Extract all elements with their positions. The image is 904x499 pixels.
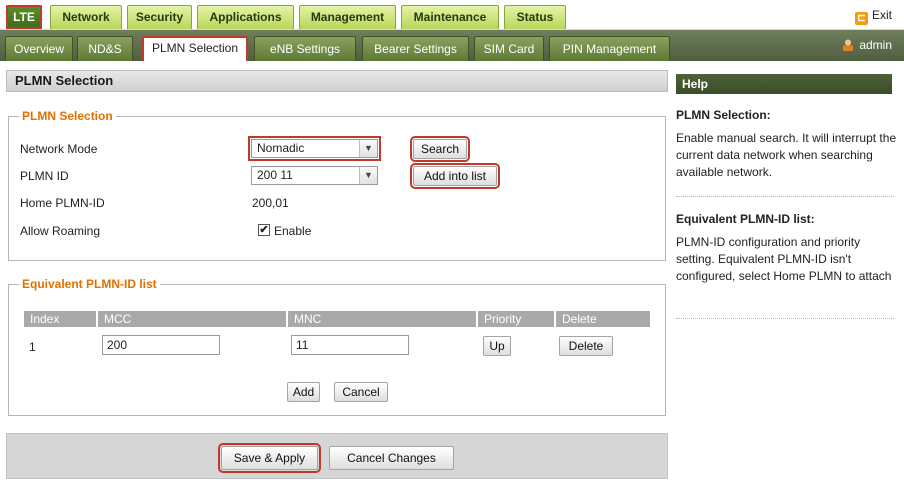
tab-bearer-settings[interactable]: Bearer Settings bbox=[362, 36, 469, 61]
user-icon bbox=[843, 39, 854, 51]
equivalent-plmn-legend: Equivalent PLMN-ID list bbox=[19, 277, 160, 291]
table-header-index: Index bbox=[24, 311, 96, 327]
tab-pin-management[interactable]: PIN Management bbox=[549, 36, 670, 61]
help-divider bbox=[676, 196, 894, 197]
add-button[interactable]: Add bbox=[287, 382, 320, 402]
sub-navigation: Overview ND&S PLMN Selection eNB Setting… bbox=[0, 30, 904, 61]
table-header-priority: Priority bbox=[478, 311, 554, 327]
exit-icon: ⊏ bbox=[854, 12, 868, 25]
search-button[interactable]: Search bbox=[410, 136, 470, 162]
tab-plmn-selection[interactable]: PLMN Selection bbox=[142, 36, 248, 61]
top-navigation: LTE Network Security Applications Manage… bbox=[0, 0, 904, 30]
tab-sim-card[interactable]: SIM Card bbox=[474, 36, 544, 61]
priority-up-button[interactable]: Up bbox=[483, 336, 511, 356]
tab-status[interactable]: Status bbox=[504, 5, 566, 29]
plmn-id-label: PLMN ID bbox=[20, 169, 69, 183]
add-into-list-button[interactable]: Add into list bbox=[410, 163, 500, 189]
user-info: admin bbox=[843, 38, 892, 52]
exit-label: Exit bbox=[871, 8, 892, 22]
tab-management[interactable]: Management bbox=[299, 5, 396, 29]
tab-overview[interactable]: Overview bbox=[5, 36, 73, 61]
tab-lte[interactable]: LTE bbox=[6, 5, 42, 29]
plmn-selection-section: PLMN Selection bbox=[8, 109, 666, 261]
allow-roaming-checkbox[interactable]: ✔ bbox=[258, 224, 270, 236]
chevron-down-icon: ▼ bbox=[359, 167, 377, 184]
home-plmn-id-value: 200,01 bbox=[252, 196, 289, 210]
plmn-id-select[interactable]: 200 11 ▼ bbox=[251, 166, 378, 185]
home-plmn-id-label: Home PLMN-ID bbox=[20, 196, 105, 210]
plmn-selection-legend: PLMN Selection bbox=[19, 109, 116, 123]
tab-security[interactable]: Security bbox=[127, 5, 192, 29]
cancel-changes-button[interactable]: Cancel Changes bbox=[329, 446, 454, 470]
exit-link[interactable]: ⊏ Exit bbox=[854, 5, 892, 25]
tab-enb-settings[interactable]: eNB Settings bbox=[254, 36, 356, 61]
table-header-mnc: MNC bbox=[288, 311, 476, 327]
save-apply-button[interactable]: Save & Apply bbox=[218, 443, 321, 473]
plmn-id-value: 200 11 bbox=[257, 168, 293, 182]
cancel-button[interactable]: Cancel bbox=[334, 382, 388, 402]
network-mode-select[interactable]: Nomadic ▼ bbox=[248, 136, 381, 161]
help-divider bbox=[676, 318, 894, 319]
tab-network[interactable]: Network bbox=[50, 5, 122, 29]
table-header-delete: Delete bbox=[556, 311, 650, 327]
table-header-mcc: MCC bbox=[98, 311, 286, 327]
tab-applications[interactable]: Applications bbox=[197, 5, 294, 29]
help-plmn-text: Enable manual search. It will interrupt … bbox=[676, 131, 897, 179]
help-equivalent-title: Equivalent PLMN-ID list: bbox=[676, 212, 815, 226]
tab-nds[interactable]: ND&S bbox=[77, 36, 133, 61]
help-header: Help bbox=[676, 74, 892, 94]
user-name: admin bbox=[859, 38, 892, 52]
network-mode-value: Nomadic bbox=[257, 141, 305, 155]
help-equivalent-text: PLMN-ID configuration and priority setti… bbox=[676, 235, 892, 283]
tab-maintenance[interactable]: Maintenance bbox=[401, 5, 499, 29]
delete-row-button[interactable]: Delete bbox=[559, 336, 613, 356]
page-title: PLMN Selection bbox=[6, 70, 668, 92]
row-index: 1 bbox=[29, 340, 36, 354]
network-mode-label: Network Mode bbox=[20, 142, 98, 156]
chevron-down-icon: ▼ bbox=[359, 140, 377, 157]
help-plmn-title: PLMN Selection: bbox=[676, 108, 771, 122]
mnc-input[interactable]: 11 bbox=[291, 335, 409, 355]
enable-label: Enable bbox=[274, 224, 312, 238]
allow-roaming-label: Allow Roaming bbox=[20, 224, 101, 238]
mcc-input[interactable]: 200 bbox=[102, 335, 220, 355]
